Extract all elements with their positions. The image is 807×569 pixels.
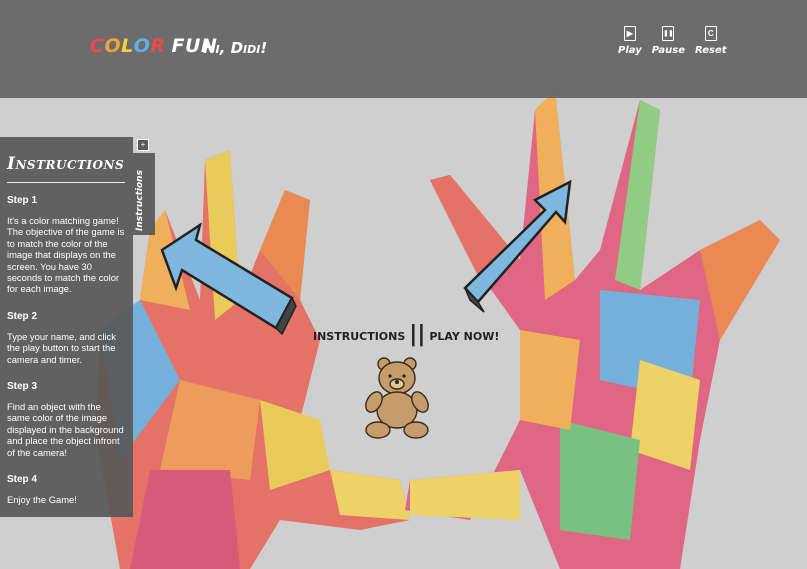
panel-toggle-button[interactable]: + <box>137 139 149 151</box>
play-button[interactable]: ▶ Play <box>618 26 642 56</box>
step-text: Find an object with the same color of th… <box>7 401 124 458</box>
user-greeting: Hi, Didi! <box>203 39 268 57</box>
nav-separator: || <box>409 322 426 347</box>
pause-button[interactable]: ❚❚ Pause <box>652 26 685 56</box>
play-label: Play <box>618 45 642 56</box>
instructions-tab-label: Instructions <box>135 170 145 231</box>
step-title: Step 1 <box>7 195 38 206</box>
play-now-link[interactable]: Play Now! <box>429 330 499 343</box>
reset-icon: C <box>704 26 717 41</box>
logo-letter: R <box>150 35 166 57</box>
step-4: Step 4 Enjoy the Game! <box>7 474 125 505</box>
step-title: Step 3 <box>7 381 38 393</box>
step-1: Step 1 It's a color matching game! The o… <box>7 195 125 295</box>
step-text: Type your name, and click the play butto… <box>7 330 116 365</box>
step-title: Step 2 <box>7 310 38 322</box>
step-title: Step 4 <box>7 474 38 486</box>
instructions-link[interactable]: Instructions <box>313 330 405 343</box>
logo-letter: O <box>133 35 151 57</box>
step-2: Step 2 Type your name, and click the pla… <box>7 311 125 365</box>
logo-letter: O <box>104 35 122 57</box>
teddy-bear-image <box>360 356 436 445</box>
pause-icon: ❚❚ <box>662 26 675 41</box>
instructions-title: Instructions <box>7 154 125 183</box>
step-text: It's a color matching game! The objectiv… <box>7 215 125 295</box>
logo-letter: U <box>185 35 201 57</box>
reset-button[interactable]: C Reset <box>695 26 727 56</box>
step-3: Step 3 Find an object with the same colo… <box>7 381 125 458</box>
play-icon: ▶ <box>623 26 636 41</box>
game-controls: ▶ Play ❚❚ Pause C Reset <box>618 26 727 56</box>
logo-letter: F <box>171 35 185 57</box>
pause-label: Pause <box>651 45 686 56</box>
app-logo: COLOR FUN <box>90 35 217 57</box>
header-bar: COLOR FUN Hi, Didi! ▶ Play ❚❚ Pause C Res… <box>0 0 807 98</box>
reset-label: Reset <box>695 45 727 56</box>
step-text: Enjoy the Game! <box>7 494 77 506</box>
logo-letter: C <box>90 35 105 57</box>
center-navigation: Instructions || Play Now! <box>313 322 499 347</box>
instructions-tab[interactable]: Instructions <box>133 153 155 235</box>
logo-letter: L <box>121 35 134 57</box>
instructions-panel: Instructions Step 1 It's a color matchin… <box>0 137 133 517</box>
